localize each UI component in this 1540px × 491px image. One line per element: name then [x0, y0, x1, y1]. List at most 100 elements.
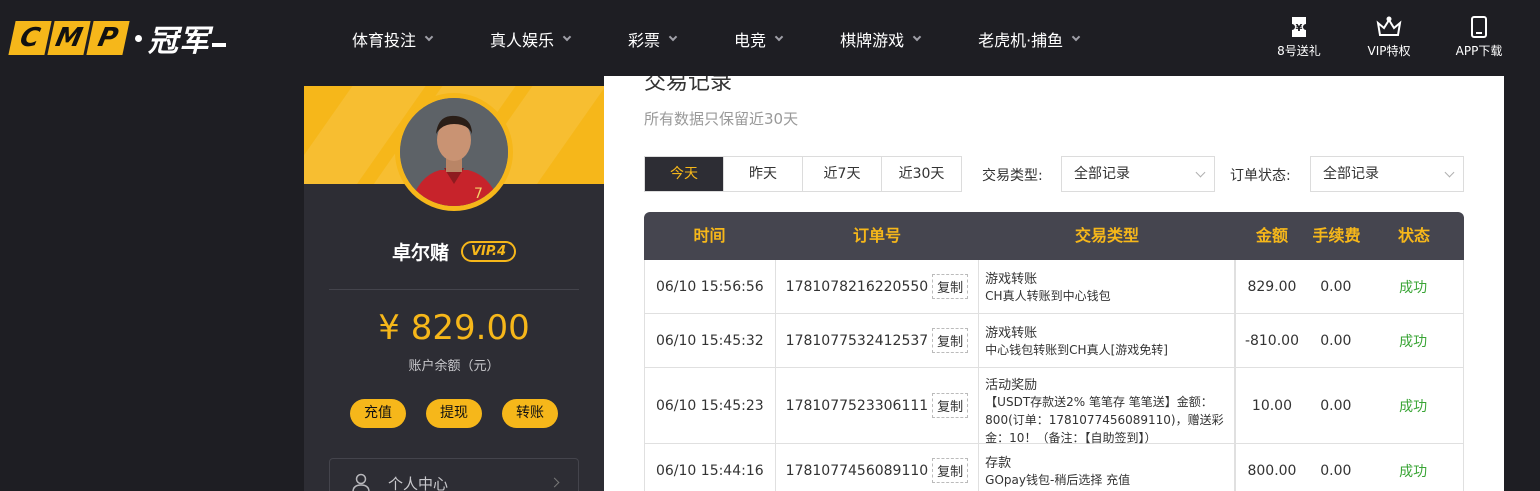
- phone-icon: [1471, 16, 1487, 38]
- column-header: 交易类型: [1074, 226, 1139, 245]
- cell-order: 1781077532412537 复制: [776, 314, 980, 367]
- type-title: 游戏转账: [985, 326, 1038, 341]
- tool-vip[interactable]: VIP特权: [1354, 16, 1424, 59]
- range-yesterday[interactable]: 昨天: [724, 157, 803, 191]
- cell-time: 06/10 15:45:23: [645, 368, 776, 443]
- table-row: 06/10 15:45:23 1781077523306111 复制 活动奖励【U…: [644, 368, 1464, 445]
- nav-label: 棋牌游戏: [840, 31, 905, 50]
- transfer-button[interactable]: 转账: [502, 399, 558, 428]
- cell-fee: 0.00: [1320, 462, 1352, 479]
- order-number: 1781078216220550: [785, 278, 929, 295]
- main-nav: 体育投注 真人娱乐 彩票 电竞 棋牌游戏 老虎机·捕鱼: [352, 27, 1137, 51]
- cell-fee: 0.00: [1320, 278, 1352, 295]
- vip-badge: VIP.4: [460, 241, 517, 262]
- range-today[interactable]: 今天: [645, 157, 724, 191]
- status-filter-select[interactable]: 全部记录: [1310, 156, 1464, 192]
- withdraw-button[interactable]: 提现: [426, 399, 482, 428]
- type-title: 游戏转账: [985, 272, 1038, 287]
- cell-order: 1781077456089110 复制: [776, 444, 980, 491]
- avatar[interactable]: 7: [400, 98, 508, 206]
- cell-amount: 829.00: [1234, 260, 1309, 313]
- logo-cn-text: 冠军: [148, 24, 210, 59]
- logo-letter: P: [86, 21, 130, 55]
- order-number: 1781077532412537: [785, 332, 929, 349]
- cell-time: 06/10 15:45:32: [645, 314, 776, 367]
- chevron-down-icon: [1071, 32, 1081, 42]
- tool-app[interactable]: APP下载: [1444, 16, 1514, 59]
- transaction-records-panel: 交易记录 所有数据只保留近30天 今天 昨天 近7天 近30天 交易类型: 全部…: [604, 60, 1504, 491]
- chevron-down-icon: [668, 32, 678, 42]
- type-detail: CH真人转账到中心钱包: [985, 289, 1111, 303]
- cell-time: 06/10 15:44:16: [645, 444, 776, 491]
- nav-sports[interactable]: 体育投注: [352, 27, 434, 51]
- chevron-down-icon: [562, 32, 572, 42]
- type-filter-label: 交易类型:: [982, 168, 1043, 184]
- cell-status: 成功: [1363, 444, 1463, 491]
- copy-button[interactable]: 复制: [932, 458, 969, 483]
- avatar-ring: 7: [395, 93, 513, 211]
- copy-button[interactable]: 复制: [932, 274, 969, 299]
- cell-type: 活动奖励【USDT存款送2% 笔笔存 笔笔送】金额：800(订单：1781077…: [979, 368, 1235, 445]
- nav-label: 彩票: [628, 31, 661, 50]
- cell-order: 1781078216220550 复制: [776, 260, 980, 313]
- wallet-actions: 充值 提现 转账: [304, 399, 604, 428]
- cell-status: 成功: [1363, 314, 1463, 367]
- avatar-image: 7: [400, 98, 508, 206]
- range-7-days[interactable]: 近7天: [803, 157, 882, 191]
- header-tools: ¥ 8号送礼 VIP特权 APP下载: [1244, 16, 1514, 59]
- cell-status: 成功: [1363, 260, 1463, 313]
- logo-dash: [212, 43, 226, 47]
- logo-dot: [135, 34, 142, 42]
- column-header: 时间: [693, 226, 726, 245]
- type-filter-select[interactable]: 全部记录: [1061, 156, 1215, 192]
- nav-live-casino[interactable]: 真人娱乐: [490, 27, 572, 51]
- tool-label: APP下载: [1455, 44, 1503, 58]
- gift-ticket-icon: ¥: [1292, 17, 1306, 37]
- chevron-down-icon: [912, 32, 922, 42]
- logo-letters: C M P: [8, 21, 130, 55]
- retention-note: 所有数据只保留近30天: [644, 110, 799, 128]
- cell-type: 游戏转账中心钱包转账到CH真人[游戏免转]: [979, 314, 1235, 367]
- cell-type: 存款 GOpay钱包-稍后选择 充值: [979, 444, 1235, 491]
- deposit-button[interactable]: 充值: [350, 399, 406, 428]
- cell-amount: 10.00: [1234, 368, 1309, 443]
- date-range-tabs: 今天 昨天 近7天 近30天: [644, 156, 962, 192]
- menu-personal-center[interactable]: 个人中心: [329, 458, 579, 491]
- order-number: 1781077523306111: [785, 397, 929, 414]
- svg-text:¥: ¥: [1296, 23, 1303, 34]
- type-detail: 【USDT存款送2% 笔笔存 笔笔送】金额：800(订单：17810774560…: [985, 395, 1224, 445]
- cmp-logo[interactable]: C M P 冠军: [8, 20, 226, 59]
- logo-letter: C: [8, 21, 52, 55]
- type-detail: 中心钱包转账到CH真人[游戏免转]: [985, 343, 1168, 357]
- nav-label: 电竞: [734, 31, 767, 50]
- nav-label: 真人娱乐: [490, 31, 555, 50]
- chevron-down-icon: [424, 32, 434, 42]
- range-30-days[interactable]: 近30天: [882, 157, 961, 191]
- select-value: 全部记录: [1074, 166, 1130, 182]
- balance-label: 账户余额（元）: [408, 359, 500, 374]
- column-header: 金额: [1255, 226, 1288, 245]
- tool-gift[interactable]: ¥ 8号送礼: [1264, 16, 1334, 59]
- chevron-down-icon: [1195, 167, 1206, 178]
- status-success: 成功: [1399, 398, 1428, 415]
- copy-button[interactable]: 复制: [932, 393, 969, 418]
- copy-button[interactable]: 复制: [932, 328, 969, 353]
- column-header: 订单号: [852, 226, 901, 245]
- tool-label: 8号送礼: [1277, 44, 1321, 58]
- divider: [329, 289, 579, 290]
- table-row: 06/10 15:45:32 1781077532412537 复制 游戏转账中心…: [644, 314, 1464, 368]
- chevron-down-icon: [774, 32, 784, 42]
- cell-type: 游戏转账 CH真人转账到中心钱包: [979, 260, 1235, 313]
- nav-slots-fishing[interactable]: 老虎机·捕鱼: [978, 27, 1081, 51]
- type-title: 活动奖励: [985, 378, 1038, 393]
- username-row: 卓尔赌 VIP.4: [304, 238, 604, 265]
- nav-lottery[interactable]: 彩票: [628, 27, 678, 51]
- nav-card-games[interactable]: 棋牌游戏: [840, 27, 922, 51]
- menu-label: 个人中心: [388, 474, 449, 491]
- nav-esports[interactable]: 电竞: [734, 27, 784, 51]
- user-icon: [352, 473, 370, 491]
- svg-text:7: 7: [474, 186, 483, 202]
- type-detail: GOpay钱包-稍后选择 充值: [985, 473, 1131, 487]
- cell-order: 1781077523306111 复制: [776, 368, 980, 443]
- chevron-down-icon: [1444, 167, 1455, 178]
